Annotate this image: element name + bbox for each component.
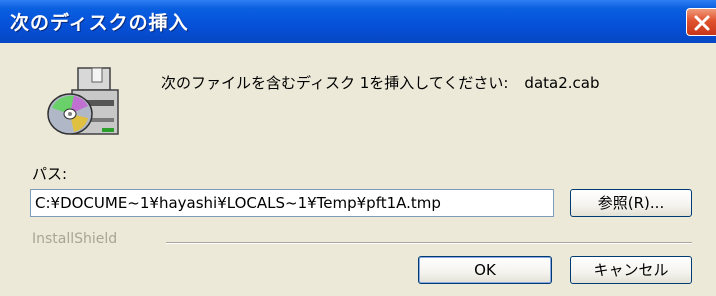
insert-disk-message: 次のファイルを含むディスク 1を挿入してください: data2.cab	[161, 72, 599, 93]
dialog-window: 次のディスクの挿入 次のファイルを含むディスク 1を挿入してください: data2…	[0, 0, 716, 296]
path-label: パス:	[32, 165, 68, 183]
message-filename: data2.cab	[524, 74, 600, 92]
browse-button[interactable]: 参照(R)...	[570, 189, 692, 217]
window-title: 次のディスクの挿入	[10, 12, 189, 34]
ok-button[interactable]: OK	[418, 256, 552, 284]
title-bar[interactable]: 次のディスクの挿入	[0, 0, 716, 43]
installshield-label: InstallShield	[32, 231, 118, 247]
disk-insert-icon	[47, 67, 119, 135]
cancel-button[interactable]: キャンセル	[570, 256, 692, 284]
close-button[interactable]	[686, 8, 716, 36]
footer-separator	[166, 242, 692, 244]
path-input[interactable]: C:¥DOCUME~1¥hayashi¥LOCALS~1¥Temp¥pft1A.…	[30, 189, 554, 217]
message-prompt: 次のファイルを含むディスク 1を挿入してください:	[161, 74, 509, 92]
close-icon	[694, 15, 710, 31]
dialog-body: 次のファイルを含むディスク 1を挿入してください: data2.cab パス: C…	[0, 43, 716, 296]
